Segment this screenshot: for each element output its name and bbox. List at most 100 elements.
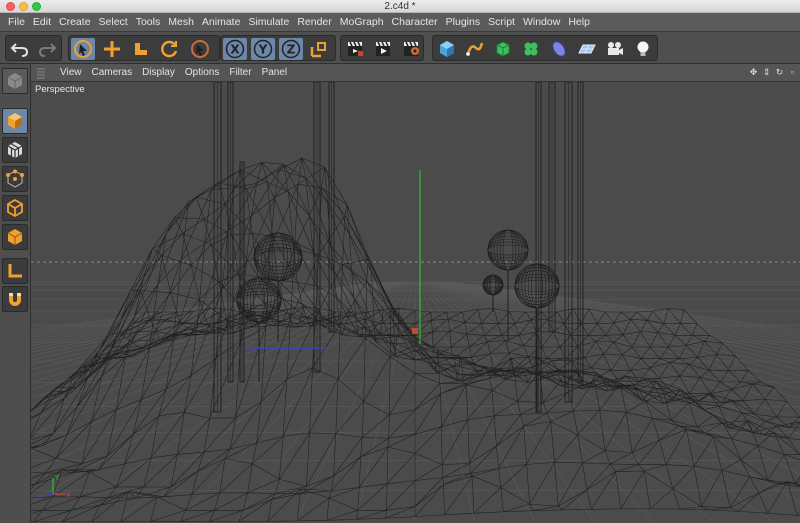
viewport-canvas[interactable]: Y X Z <box>31 82 800 523</box>
redo-icon <box>38 43 57 57</box>
z-axis-label: Z <box>287 43 296 57</box>
make-editable-button[interactable] <box>2 68 28 94</box>
points-cube-icon <box>6 169 24 188</box>
subdivision-cube-icon <box>496 41 510 57</box>
recent-tool-button[interactable] <box>188 38 212 60</box>
clapperboard-icon <box>348 41 363 56</box>
grid-line <box>31 281 407 503</box>
model-cube-icon <box>8 113 22 129</box>
zoom-view-icon[interactable]: ⇕ <box>761 66 772 79</box>
undo-icon <box>10 43 29 57</box>
grid-line <box>426 281 800 436</box>
z-axis-lock-button[interactable]: Z <box>279 38 303 60</box>
coordinate-system-icon <box>310 42 326 58</box>
render-tools-group <box>340 35 424 61</box>
panel-grip-icon[interactable] <box>35 67 47 79</box>
deformer-button[interactable] <box>547 38 571 60</box>
viewport-menu-panel[interactable]: Panel <box>257 67 293 78</box>
scale-icon <box>135 43 147 55</box>
menu-simulate[interactable]: Simulate <box>244 16 293 28</box>
grid-line <box>444 281 800 341</box>
y-axis-lock-button[interactable]: Y <box>251 38 275 60</box>
move-view-icon[interactable]: ✥ <box>748 66 759 79</box>
cube-object-button[interactable] <box>435 38 459 60</box>
menu-help[interactable]: Help <box>564 16 594 28</box>
viewport-menu-options[interactable]: Options <box>180 67 224 78</box>
viewport-menu-display[interactable]: Display <box>137 67 180 78</box>
grid-line <box>31 281 404 435</box>
spline-object-button[interactable] <box>463 38 487 60</box>
spline-pen-icon <box>466 42 484 56</box>
subdivision-surface-button[interactable] <box>491 38 515 60</box>
gizmo-z-axis <box>44 493 54 497</box>
points-mode-button[interactable] <box>2 166 28 192</box>
camera-icon <box>608 42 623 55</box>
move-tool-button[interactable] <box>100 38 124 60</box>
texture-mode-button[interactable] <box>2 137 28 163</box>
menu-mograph[interactable]: MoGraph <box>336 16 388 28</box>
menu-mesh[interactable]: Mesh <box>164 16 198 28</box>
clapperboard-play-icon <box>376 41 390 56</box>
gizmo-z-label: Z <box>37 494 42 502</box>
window-title-bar: 2.c4d * <box>0 0 800 13</box>
grid-line <box>436 281 800 366</box>
model-mode-button[interactable] <box>2 108 28 134</box>
toggle-view-icon[interactable]: ▫ <box>787 66 798 79</box>
y-axis-label: Y <box>258 43 268 57</box>
menu-select[interactable]: Select <box>95 16 132 28</box>
menu-animate[interactable]: Animate <box>198 16 245 28</box>
axis-corner-icon <box>8 264 22 278</box>
redo-button[interactable] <box>35 38 59 60</box>
menu-create[interactable]: Create <box>55 16 95 28</box>
viewport-menu-cameras[interactable]: Cameras <box>87 67 138 78</box>
viewport-menu-view[interactable]: View <box>55 67 87 78</box>
menu-plugins[interactable]: Plugins <box>442 16 484 28</box>
live-selection-button[interactable] <box>71 38 95 60</box>
undo-button[interactable] <box>8 38 32 60</box>
edges-mode-button[interactable] <box>2 195 28 221</box>
grid-line <box>415 281 476 523</box>
render-view-button[interactable] <box>343 38 367 60</box>
grid-line <box>294 281 413 523</box>
camera-object-button[interactable] <box>603 38 627 60</box>
menu-render[interactable]: Render <box>293 16 335 28</box>
perspective-viewport[interactable]: Perspective Y X Z <box>31 82 800 523</box>
z-axis-icon: Z <box>281 39 301 59</box>
magnet-icon <box>9 293 21 306</box>
polygons-cube-icon <box>7 229 23 245</box>
polygons-mode-button[interactable] <box>2 224 28 250</box>
x-axis-lock-button[interactable]: X <box>223 38 247 60</box>
edges-cube-icon <box>7 198 23 218</box>
rotate-tool-button[interactable] <box>158 38 182 60</box>
grid-line <box>443 281 800 344</box>
floor-plane-icon <box>578 44 596 54</box>
grid-line <box>54 281 408 523</box>
move-icon <box>104 41 120 57</box>
snapping-button[interactable] <box>2 286 28 312</box>
clapperboard-gear-icon <box>404 41 419 56</box>
document-title: 2.c4d * <box>384 1 416 12</box>
menu-script[interactable]: Script <box>484 16 519 28</box>
cloner-object-button[interactable] <box>519 38 543 60</box>
axis-mode-button[interactable] <box>2 258 28 284</box>
scale-tool-button[interactable] <box>129 38 153 60</box>
viewport-camera-label: Perspective <box>35 84 85 95</box>
menu-edit[interactable]: Edit <box>29 16 55 28</box>
menu-character[interactable]: Character <box>388 16 442 28</box>
mode-palette <box>0 64 31 523</box>
floor-object-button[interactable] <box>575 38 599 60</box>
terrain-wireframe <box>31 157 800 523</box>
coordinate-system-button[interactable] <box>307 38 331 60</box>
grid-line <box>31 281 395 371</box>
deformer-icon <box>552 41 566 57</box>
render-settings-button[interactable] <box>399 38 423 60</box>
checker-texture-icon <box>7 142 23 158</box>
light-object-button[interactable] <box>631 38 655 60</box>
render-to-picture-viewer-button[interactable] <box>371 38 395 60</box>
menu-tools[interactable]: Tools <box>132 16 165 28</box>
menu-file[interactable]: File <box>4 16 29 28</box>
rotate-view-icon[interactable]: ↻ <box>774 66 785 79</box>
viewport-menu-filter[interactable]: Filter <box>224 67 256 78</box>
x-axis-label: X <box>230 43 240 57</box>
menu-window[interactable]: Window <box>519 16 564 28</box>
